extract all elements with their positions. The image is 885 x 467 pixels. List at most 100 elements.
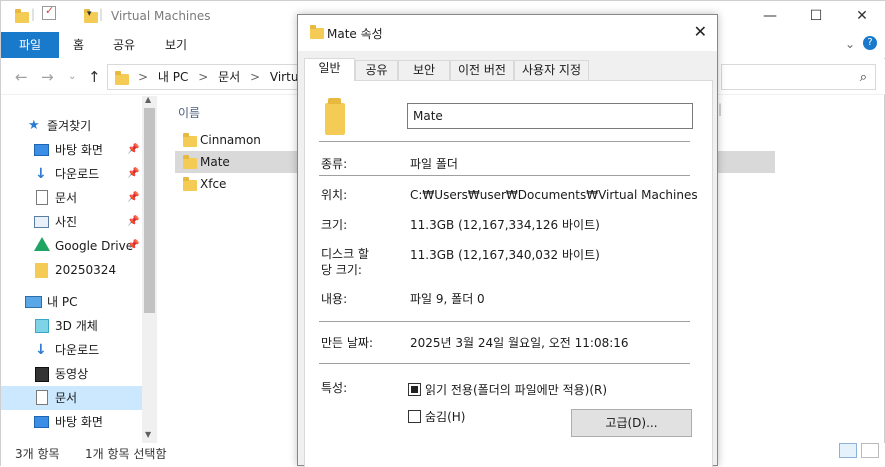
3d-objects-icon bbox=[35, 319, 49, 333]
forward-arrow-icon[interactable]: → bbox=[41, 68, 54, 86]
video-icon bbox=[35, 367, 49, 382]
tab-previous-versions[interactable]: 이전 버전 bbox=[450, 60, 514, 80]
created-value: 2025년 3월 24일 월요일, 오전 11:08:16 bbox=[410, 336, 629, 350]
size-value: 11.3GB (12,167,334,126 바이트) bbox=[410, 218, 600, 232]
window-title: Virtual Machines bbox=[111, 9, 211, 23]
column-header-name[interactable]: 이름 bbox=[178, 104, 200, 121]
nav-item-quick-access[interactable]: ★ 즐겨찾기 bbox=[1, 114, 143, 138]
divider bbox=[319, 321, 690, 322]
folder-icon bbox=[183, 177, 197, 191]
type-value: 파일 폴더 bbox=[410, 157, 458, 171]
chevron-down-icon[interactable]: ⌄ bbox=[845, 37, 855, 51]
folder-name-input[interactable]: Mate bbox=[407, 103, 693, 129]
nav-item-desktop[interactable]: 바탕 화면 📌 bbox=[1, 138, 143, 162]
quick-access-dropdown-icon[interactable]: ▾ bbox=[87, 9, 92, 26]
back-arrow-icon[interactable]: ← bbox=[15, 68, 28, 86]
close-button[interactable]: ✕ bbox=[839, 1, 885, 32]
dialog-close-button[interactable]: ✕ bbox=[694, 22, 707, 41]
folder-icon bbox=[15, 9, 29, 23]
nav-item-3d-objects[interactable]: 3D 개체 bbox=[1, 314, 143, 338]
size-label: 크기: bbox=[321, 218, 348, 232]
created-label: 만든 날짜: bbox=[321, 336, 374, 350]
readonly-checkbox-label[interactable]: 읽기 전용(폴더의 파일에만 적용)(R) bbox=[425, 381, 607, 398]
folder-icon bbox=[310, 25, 324, 39]
hidden-checkbox[interactable] bbox=[408, 410, 421, 423]
dialog-title: Mate 속성 bbox=[327, 27, 383, 41]
breadcrumb-documents[interactable]: 문서 bbox=[218, 70, 240, 84]
help-icon[interactable]: ? bbox=[863, 36, 877, 50]
breadcrumb-separator: > bbox=[250, 70, 261, 84]
picture-icon bbox=[34, 216, 49, 228]
nav-item-20250324[interactable]: 20250324 bbox=[1, 258, 143, 282]
tab-general[interactable]: 일반 bbox=[304, 58, 355, 81]
tab-customize[interactable]: 사용자 지정 bbox=[514, 60, 589, 80]
disk-size-label-line2: 당 크기: bbox=[321, 263, 362, 277]
large-icons-view-button[interactable] bbox=[861, 443, 879, 458]
details-view-button[interactable] bbox=[839, 443, 857, 458]
breadcrumb-separator: > bbox=[198, 70, 209, 84]
general-tab-panel: Mate 종류: 파일 폴더 위치: C:₩Users₩user₩Documen… bbox=[304, 80, 713, 467]
scroll-up-icon[interactable]: ▲ bbox=[145, 95, 151, 104]
status-selected-count: 1개 항목 선택함 bbox=[85, 447, 167, 461]
search-input[interactable]: ⌕ bbox=[721, 64, 876, 90]
nav-item-documents-pc[interactable]: 문서 bbox=[1, 386, 143, 410]
divider bbox=[319, 175, 690, 176]
disk-size-label-line1: 디스크 할 bbox=[321, 247, 369, 261]
nav-item-documents[interactable]: 문서 📌 bbox=[1, 186, 143, 210]
properties-quick-access-icon[interactable]: ✓ bbox=[42, 4, 56, 20]
nav-item-videos[interactable]: 동영상 bbox=[1, 362, 143, 386]
up-arrow-icon[interactable]: ↑ bbox=[88, 68, 101, 86]
maximize-button[interactable]: ☐ bbox=[793, 1, 839, 32]
desktop-icon bbox=[34, 416, 49, 428]
nav-item-pictures[interactable]: 사진 📌 bbox=[1, 210, 143, 234]
document-icon bbox=[36, 190, 48, 205]
folder-icon bbox=[183, 155, 197, 169]
desktop-icon bbox=[34, 144, 49, 156]
nav-pane-scrollbar[interactable]: ▲ ▼ bbox=[142, 95, 157, 443]
contains-label: 내용: bbox=[321, 292, 348, 306]
status-item-count: 3개 항목 bbox=[15, 447, 60, 461]
recent-locations-chevron-icon[interactable]: ⌄ bbox=[68, 71, 76, 82]
tab-share[interactable]: 공유 bbox=[99, 32, 149, 58]
pin-icon: 📌 bbox=[127, 144, 140, 155]
breadcrumb-separator: > bbox=[138, 70, 149, 84]
folder-icon bbox=[35, 263, 48, 278]
scrollbar-thumb[interactable] bbox=[144, 108, 155, 313]
nav-item-this-pc[interactable]: 내 PC bbox=[1, 290, 143, 314]
pin-icon: 📌 bbox=[127, 192, 140, 203]
tab-sharing[interactable]: 공유 bbox=[355, 60, 398, 80]
disk-size-value: 11.3GB (12,167,340,032 바이트) bbox=[410, 248, 600, 262]
readonly-checkbox[interactable] bbox=[408, 383, 421, 396]
nav-item-downloads[interactable]: ↓ 다운로드 📌 bbox=[1, 162, 143, 186]
contains-value: 파일 9, 폴더 0 bbox=[410, 292, 485, 306]
divider bbox=[319, 363, 690, 364]
separator: | bbox=[99, 7, 104, 21]
nav-item-google-drive[interactable]: Google Drive 📌 bbox=[1, 234, 143, 258]
type-label: 종류: bbox=[321, 157, 348, 171]
tab-view[interactable]: 보기 bbox=[151, 32, 201, 58]
breadcrumb-this-pc[interactable]: 내 PC bbox=[158, 70, 188, 84]
hidden-checkbox-label[interactable]: 숨김(H) bbox=[425, 408, 465, 425]
tab-file[interactable]: 파일 bbox=[1, 32, 59, 58]
nav-item-desktop-pc[interactable]: 바탕 화면 bbox=[1, 410, 143, 434]
separator: | bbox=[31, 7, 36, 21]
tab-home[interactable]: 홈 bbox=[59, 32, 98, 58]
download-icon: ↓ bbox=[35, 166, 47, 182]
advanced-button[interactable]: 고급(D)... bbox=[571, 409, 692, 437]
scroll-down-icon[interactable]: ▼ bbox=[145, 430, 151, 439]
column-divider[interactable]: | bbox=[718, 102, 722, 116]
folder-icon bbox=[325, 98, 345, 135]
minimize-button[interactable]: — bbox=[747, 1, 793, 32]
pin-icon: 📌 bbox=[127, 216, 140, 227]
folder-icon bbox=[183, 133, 197, 147]
document-icon bbox=[36, 390, 48, 405]
properties-dialog: Mate 속성 ✕ 일반 공유 보안 이전 버전 사용자 지정 Mate 종류:… bbox=[297, 14, 718, 467]
pin-icon: 📌 bbox=[127, 168, 140, 179]
address-bar[interactable]: > 내 PC > 문서 > Virtual M bbox=[107, 64, 307, 90]
star-icon: ★ bbox=[28, 118, 40, 133]
tab-security[interactable]: 보안 bbox=[398, 60, 450, 80]
attributes-label: 특성: bbox=[321, 381, 348, 395]
dialog-title-bar: Mate 속성 ✕ bbox=[298, 15, 717, 51]
google-drive-icon bbox=[34, 237, 50, 251]
nav-item-downloads-pc[interactable]: ↓ 다운로드 bbox=[1, 338, 143, 362]
